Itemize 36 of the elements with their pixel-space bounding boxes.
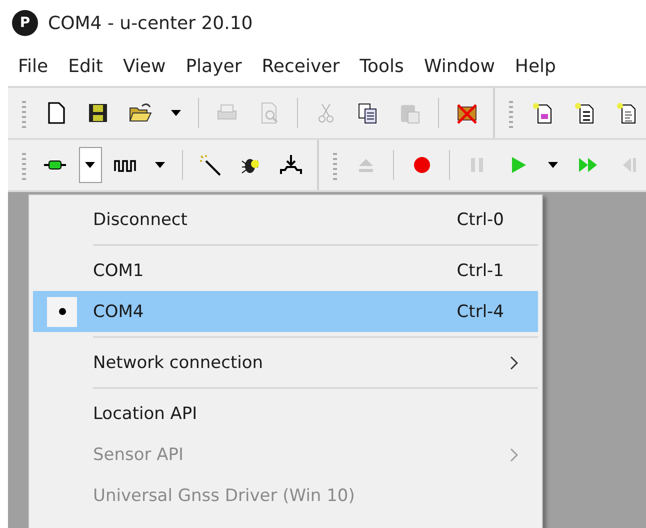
download-tray-icon: [279, 153, 304, 177]
menu-entry[interactable]: COM4 Ctrl-4: [33, 291, 538, 332]
menu-item[interactable]: Edit: [58, 52, 113, 80]
menu-item[interactable]: Help: [504, 52, 566, 80]
app-logo: P: [12, 10, 38, 36]
toolbar-grip[interactable]: [22, 150, 26, 180]
menu-entry[interactable]: Location API: [33, 393, 538, 434]
toolbar-grip[interactable]: [509, 98, 513, 128]
window-title: COM4 - u-center 20.10: [48, 12, 253, 34]
menu-entry-label: Universal Gnss Driver (Win 10): [93, 486, 356, 506]
menu-entry[interactable]: Network connection: [33, 342, 538, 383]
menu-entry[interactable]: Disconnect Ctrl-0: [33, 199, 538, 240]
menu-entry-label: Network connection: [93, 352, 264, 372]
menu-item[interactable]: View: [112, 52, 176, 80]
caret-icon: [546, 161, 559, 169]
menu-item[interactable]: Tools: [350, 52, 414, 80]
menu-entry[interactable]: COM1 Ctrl-1: [33, 250, 538, 291]
menu-item[interactable]: File: [8, 52, 58, 80]
caret-icon: [84, 161, 96, 169]
caret-icon: [170, 109, 182, 117]
shortcut-text: Ctrl-4: [456, 302, 504, 322]
caret-icon: [154, 161, 166, 169]
shortcut-text: Ctrl-0: [456, 210, 504, 230]
menu-entry-label: Location API: [93, 404, 198, 424]
menu-item[interactable]: Receiver: [252, 52, 350, 80]
menu-item[interactable]: Player: [176, 52, 252, 80]
magic-wand-icon: [198, 153, 222, 177]
shortcut-text: Ctrl-1: [456, 260, 504, 280]
menu-entry-label: COM4: [93, 302, 145, 322]
toolbar-grip[interactable]: [22, 98, 26, 128]
menu-entry-label: COM1: [93, 260, 145, 280]
menu-entry-label: Sensor API: [93, 444, 185, 464]
menu-entry-label: Disconnect: [93, 210, 188, 230]
menu-item[interactable]: Window: [414, 52, 505, 80]
dropdown-button[interactable]: [78, 147, 102, 183]
crossed-envelope-icon: [455, 101, 479, 125]
